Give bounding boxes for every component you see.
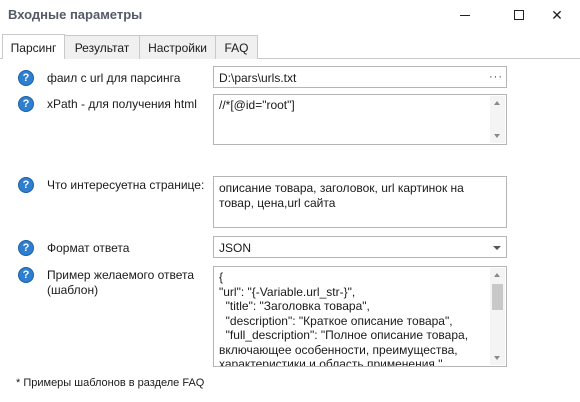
tab-result[interactable]: Результат: [64, 35, 140, 59]
help-icon[interactable]: ?: [18, 267, 34, 283]
scroll-down-icon[interactable]: [494, 356, 500, 360]
help-icon[interactable]: ?: [18, 240, 34, 256]
xpath-textarea[interactable]: //*[@id="root"]: [213, 94, 507, 145]
browse-button[interactable]: ···: [489, 71, 503, 83]
xpath-scrollbar[interactable]: [490, 96, 505, 143]
tab-strip: Парсинг Результат Настройки FAQ: [0, 34, 580, 60]
example-label-line1: Пример желаемого ответа: [47, 268, 195, 282]
parsing-panel: ? фаил с url для парсинга D:\pars\urls.t…: [0, 59, 580, 402]
example-scrollbar[interactable]: [490, 268, 505, 365]
minimize-icon: [460, 14, 470, 16]
title-bar: Входные параметры ✕: [0, 0, 580, 30]
maximize-icon: [514, 10, 524, 20]
example-textarea[interactable]: { "url": "{-Variable.url_str-}", "title"…: [213, 266, 507, 367]
scroll-up-icon[interactable]: [494, 101, 500, 105]
xpath-value: //*[@id="root"]: [219, 98, 295, 112]
example-label-line2: (шаблон): [47, 283, 99, 297]
file-value: D:\pars\urls.txt: [219, 71, 297, 85]
interest-label: Что интересуетна странице:: [47, 178, 205, 192]
scroll-down-icon[interactable]: [494, 134, 500, 138]
interest-value: описание товара, заголовок, url картинок…: [219, 181, 468, 210]
tab-faq[interactable]: FAQ: [215, 35, 258, 59]
scroll-thumb[interactable]: [492, 284, 503, 310]
chevron-down-icon[interactable]: [493, 246, 501, 250]
format-value: JSON: [219, 241, 252, 255]
help-icon[interactable]: ?: [18, 177, 34, 193]
scroll-up-icon[interactable]: [494, 273, 500, 277]
format-label: Формат ответа: [47, 241, 130, 255]
tab-settings[interactable]: Настройки: [139, 35, 216, 59]
close-button[interactable]: ✕: [534, 0, 580, 30]
format-select[interactable]: JSON: [213, 236, 507, 258]
footnote: * Примеры шаблонов в разделе FAQ: [16, 377, 205, 389]
xpath-label: xPath - для получения html: [47, 97, 197, 111]
close-icon: ✕: [551, 6, 563, 23]
file-label: фаил с url для парсинга: [47, 71, 181, 85]
help-icon[interactable]: ?: [18, 96, 34, 112]
minimize-button[interactable]: [442, 0, 488, 30]
help-icon[interactable]: ?: [18, 70, 34, 86]
file-input[interactable]: D:\pars\urls.txt ···: [213, 66, 507, 88]
example-value: { "url": "{-Variable.url_str-}", "title"…: [219, 270, 469, 367]
window-title: Входные параметры: [8, 7, 143, 22]
tab-parsing[interactable]: Парсинг: [2, 34, 65, 60]
interest-textarea[interactable]: описание товара, заголовок, url картинок…: [213, 176, 507, 228]
